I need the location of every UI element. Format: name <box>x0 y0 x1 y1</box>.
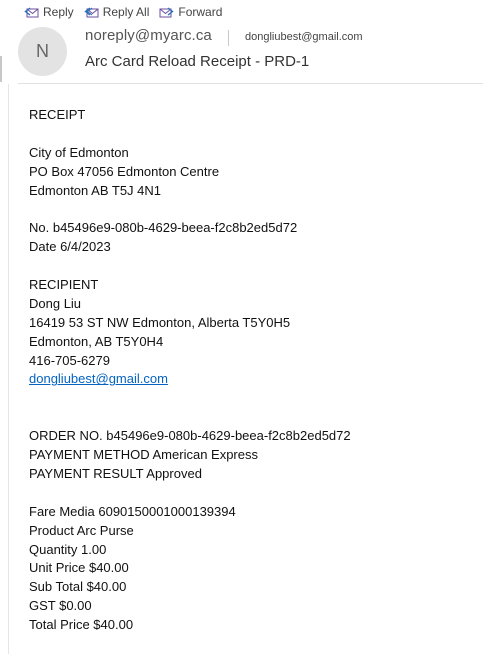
reply-icon <box>24 6 39 17</box>
reply-all-label: Reply All <box>102 5 150 19</box>
sender-avatar[interactable]: N <box>18 27 67 76</box>
reply-label: Reply <box>43 5 74 19</box>
fare-media: Fare Media 6090150001000139394 <box>29 503 236 519</box>
issuer-address-2: Edmonton AB T5J 4N1 <box>29 182 162 198</box>
header-divider <box>228 30 229 46</box>
forward-label: Forward <box>178 5 223 19</box>
gst: GST $0.00 <box>29 598 92 614</box>
recipient-phone: 416-705-6279 <box>29 352 110 368</box>
receipt-heading: RECEIPT <box>29 107 86 122</box>
reply-all-icon <box>84 6 99 17</box>
receipt-number: No. b45496e9-080b-4629-beea-f2c8b2ed5d72 <box>29 220 298 236</box>
order-number: ORDER NO. b45496e9-080b-4629-beea-f2c8b2… <box>29 428 351 444</box>
message-subject: Arc Card Reload Receipt - PRD-1 <box>85 53 310 70</box>
issuer-address-1: PO Box 47056 Edmonton Centre <box>29 163 220 179</box>
issuer-name: City of Edmonton <box>29 144 129 160</box>
sub-total: Sub Total $40.00 <box>29 579 127 595</box>
recipient-heading: RECIPIENT <box>29 277 99 293</box>
recipient-name: Dong Liu <box>29 295 82 311</box>
recipient-address-2: Edmonton, AB T5Y0H4 <box>29 333 164 349</box>
reply-all-button[interactable]: Reply All <box>84 5 150 19</box>
message-header: N noreply@myarc.ca dongliubest@gmail.com… <box>18 26 483 84</box>
payment-method: PAYMENT METHOD American Express <box>29 447 258 463</box>
product: Product Arc Purse <box>29 522 134 538</box>
unit-price: Unit Price $40.00 <box>29 560 129 576</box>
message-body: RECEIPT City of Edmonton PO Box 47056 Ed… <box>29 106 469 635</box>
payment-result: PAYMENT RESULT Approved <box>29 465 202 481</box>
forward-icon <box>159 6 175 17</box>
recipient-address[interactable]: dongliubest@gmail.com <box>245 31 363 43</box>
recipient-address-1: 16419 53 ST NW Edmonton, Alberta T5Y0H5 <box>29 314 291 330</box>
reading-pane-edge <box>0 56 2 82</box>
body-edge <box>8 84 9 654</box>
quantity: Quantity 1.00 <box>29 541 107 557</box>
sender-address[interactable]: noreply@myarc.ca <box>85 27 212 44</box>
total-price: Total Price $40.00 <box>29 617 134 633</box>
recipient-email-link[interactable]: dongliubest@gmail.com <box>29 371 168 386</box>
reply-button[interactable]: Reply <box>24 5 74 19</box>
message-toolbar: Reply Reply All Forward <box>0 0 483 24</box>
forward-button[interactable]: Forward <box>159 5 222 19</box>
receipt-date: Date 6/4/2023 <box>29 239 111 255</box>
